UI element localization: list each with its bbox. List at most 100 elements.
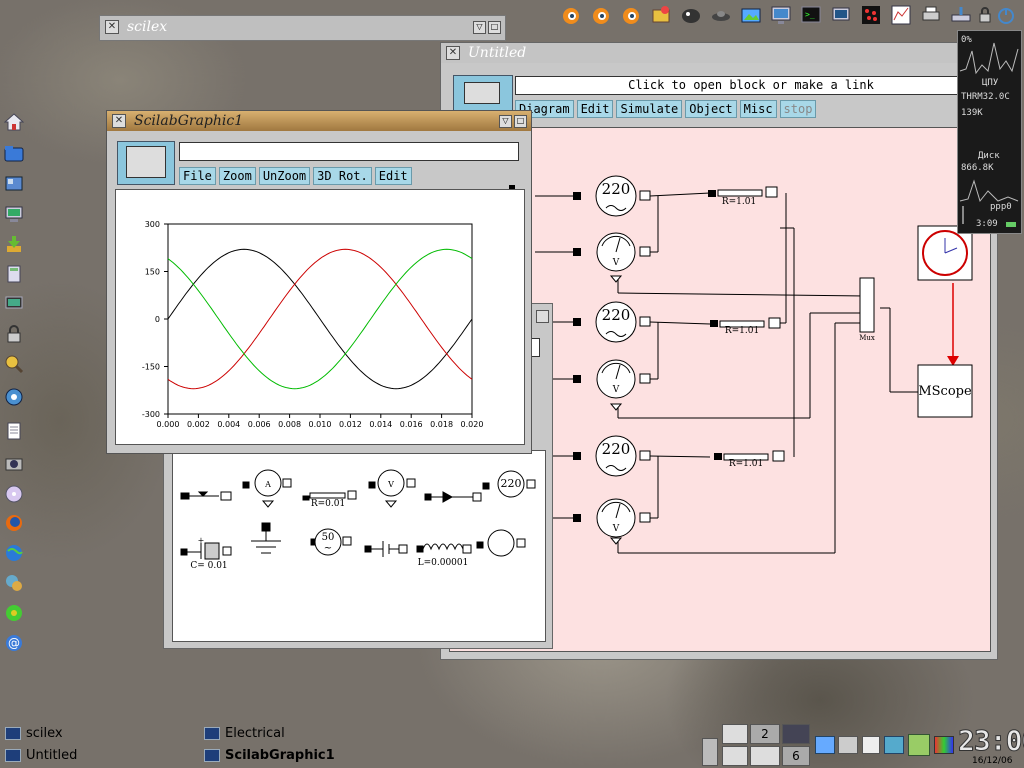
pager: 2 6	[700, 722, 812, 766]
desktop-2[interactable]: 2	[750, 724, 780, 744]
display-icon[interactable]	[830, 4, 852, 26]
image-viewer-icon[interactable]	[740, 4, 762, 26]
y-tick-label: -150	[142, 363, 160, 372]
menu-file[interactable]: File	[179, 167, 216, 185]
home-icon[interactable]	[3, 112, 25, 132]
computer-icon[interactable]	[4, 204, 24, 224]
taskbar-item-scilabgraphic1[interactable]: ScilabGraphic1	[204, 748, 335, 763]
menu-zoom[interactable]: Zoom	[218, 167, 256, 185]
menu-edit[interactable]: Edit	[576, 100, 614, 118]
close-icon[interactable]: ✕	[446, 46, 460, 60]
menu-unzoom[interactable]: UnZoom	[258, 167, 311, 185]
download-icon[interactable]	[4, 234, 24, 254]
command-input[interactable]	[179, 142, 519, 161]
mem-value: 139K	[961, 108, 983, 118]
network-icon[interactable]	[815, 736, 835, 754]
menu-misc[interactable]: Misc	[739, 100, 777, 118]
file-manager-icon[interactable]	[4, 173, 24, 193]
monitor-icon[interactable]	[770, 4, 792, 26]
shade-icon[interactable]: ▽	[499, 114, 512, 128]
keyboard-icon[interactable]	[908, 734, 930, 756]
title-bar[interactable]: ✕ Untitled	[441, 43, 997, 63]
lock-icon[interactable]	[4, 324, 24, 344]
menu-stop[interactable]: stop	[779, 100, 817, 118]
voltmeter-3	[596, 498, 636, 545]
svg-text:V: V	[612, 385, 620, 395]
palette-label: C= 0.01	[190, 561, 227, 571]
red-dots-icon[interactable]	[860, 4, 882, 26]
settings-icon[interactable]	[4, 387, 24, 407]
spaceship-icon[interactable]	[710, 4, 732, 26]
taskbar-item-electrical[interactable]: Electrical	[204, 726, 285, 741]
calculator-icon[interactable]	[4, 264, 24, 284]
desktop-5[interactable]	[750, 746, 780, 766]
menu-3d-rot[interactable]: 3D Rot.	[313, 167, 372, 185]
disc-icon[interactable]	[4, 484, 24, 504]
desktop-4[interactable]	[722, 746, 748, 766]
terminal-icon[interactable]: >_	[800, 4, 822, 26]
graph-icon[interactable]	[890, 4, 912, 26]
search-icon[interactable]	[4, 354, 24, 374]
lock-icon[interactable]	[978, 4, 992, 26]
menu-object[interactable]: Object	[685, 100, 737, 118]
printer-icon[interactable]	[920, 4, 942, 26]
palette-canvas[interactable]: A V R=0.01 220 + C= 0.01 50 ~ L=0.00001	[172, 450, 546, 642]
title-bar[interactable]: ✕ scilex ▽ □	[100, 16, 505, 38]
x-tick-label: 0.010	[309, 420, 332, 429]
y-tick-label: -300	[142, 410, 160, 419]
taskbar-item-untitled[interactable]: Untitled	[5, 748, 77, 763]
globe-icon[interactable]	[4, 543, 24, 563]
gimp-icon[interactable]	[680, 4, 702, 26]
menu-edit[interactable]: Edit	[374, 167, 412, 185]
source-label: 220	[602, 440, 631, 458]
window-title: scilex	[127, 19, 168, 35]
desktop-1[interactable]	[722, 724, 748, 744]
package-icon[interactable]	[650, 4, 672, 26]
desktop-6[interactable]: 6	[782, 746, 810, 766]
plug-icon[interactable]	[838, 736, 858, 754]
close-icon[interactable]: ✕	[105, 20, 119, 34]
svg-text:V: V	[612, 524, 620, 534]
taskbar-item-scilex[interactable]: scilex	[5, 726, 63, 741]
maximize-icon[interactable]: □	[514, 114, 527, 128]
clipboard-icon[interactable]	[862, 736, 880, 754]
title-bar[interactable]: ✕ ScilabGraphic1 ▽ □	[107, 111, 531, 131]
volume-slider[interactable]	[702, 738, 718, 766]
plot-area: 0.000 0.002 0.004 0.006 0.008 0.010 0.012 0.014…	[115, 189, 525, 445]
x-tick-label: 0.016	[400, 420, 423, 429]
svg-text:~: ~	[324, 543, 332, 554]
close-icon[interactable]: ✕	[112, 114, 126, 128]
monitor-icon[interactable]	[4, 294, 24, 314]
folder-icon[interactable]	[4, 143, 24, 163]
svg-text:A: A	[264, 480, 271, 489]
firefox-icon[interactable]	[4, 513, 24, 533]
clock[interactable]: 23:00	[957, 724, 1024, 758]
camera-icon[interactable]	[4, 453, 24, 473]
blender-icon[interactable]	[590, 4, 612, 26]
window-title: ScilabGraphic1	[134, 113, 244, 129]
power-icon[interactable]	[996, 4, 1016, 26]
menu-simulate[interactable]: Simulate	[616, 100, 683, 118]
status-field: Click to open block or make a link	[515, 76, 987, 95]
email-icon[interactable]: @	[4, 633, 24, 653]
scanner-icon[interactable]	[950, 4, 972, 26]
colors-icon[interactable]	[934, 736, 954, 754]
y-tick-label: 150	[145, 268, 160, 277]
tools-icon[interactable]	[884, 736, 904, 754]
icq-icon[interactable]	[4, 603, 24, 623]
blender-icon[interactable]	[620, 4, 642, 26]
network-icon[interactable]	[4, 573, 24, 593]
desktop-3[interactable]	[782, 724, 810, 744]
x-tick-label: 0.004	[217, 420, 240, 429]
blender-icon[interactable]	[560, 4, 582, 26]
maximize-icon[interactable]: □	[488, 20, 501, 34]
maximize-icon[interactable]	[536, 310, 549, 323]
window-graphic: ✕ ScilabGraphic1 ▽ □ File Zoom UnZoom 3D Ro…	[106, 110, 532, 454]
menu-bar: File Zoom UnZoom 3D Rot. Edit	[179, 167, 415, 185]
shade-icon[interactable]: ▽	[473, 20, 486, 34]
document-icon[interactable]	[4, 421, 24, 441]
svg-text:>_: >_	[805, 10, 815, 19]
palette-label: L=0.00001	[418, 558, 469, 568]
date: 16/12/06	[972, 756, 1013, 766]
menu-bar: Diagram Edit Simulate Object Misc stop	[515, 100, 819, 118]
